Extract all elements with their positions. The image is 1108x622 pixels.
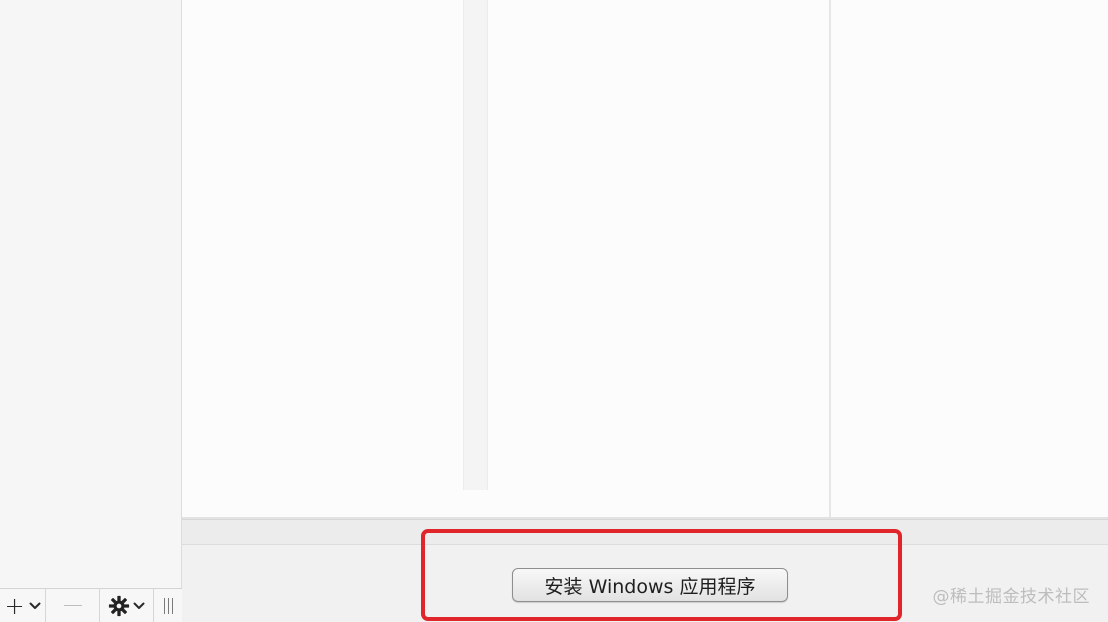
chevron-down-icon [29, 602, 41, 609]
gear-icon [108, 595, 130, 616]
add-button[interactable]: + [0, 588, 46, 622]
chevron-down-icon [133, 602, 145, 609]
plus-icon: + [4, 591, 25, 620]
minus-icon [63, 605, 82, 606]
sidebar-toolbar: + [0, 588, 182, 622]
scrollbar-track[interactable] [463, 0, 488, 490]
highlight-annotation [421, 529, 902, 621]
watermark: @稀土掘金技术社区 [932, 587, 1090, 607]
remove-button[interactable] [46, 588, 100, 622]
settings-menu-button[interactable] [100, 588, 154, 622]
column-view-button[interactable] [154, 589, 182, 622]
sidebar: + [0, 0, 182, 622]
main-content [182, 0, 1108, 518]
column-divider [829, 0, 831, 518]
app-window: + 安装 Windows 应用程序 @稀土掘金技术社区 [0, 0, 1108, 622]
column-bars-icon [163, 597, 173, 614]
